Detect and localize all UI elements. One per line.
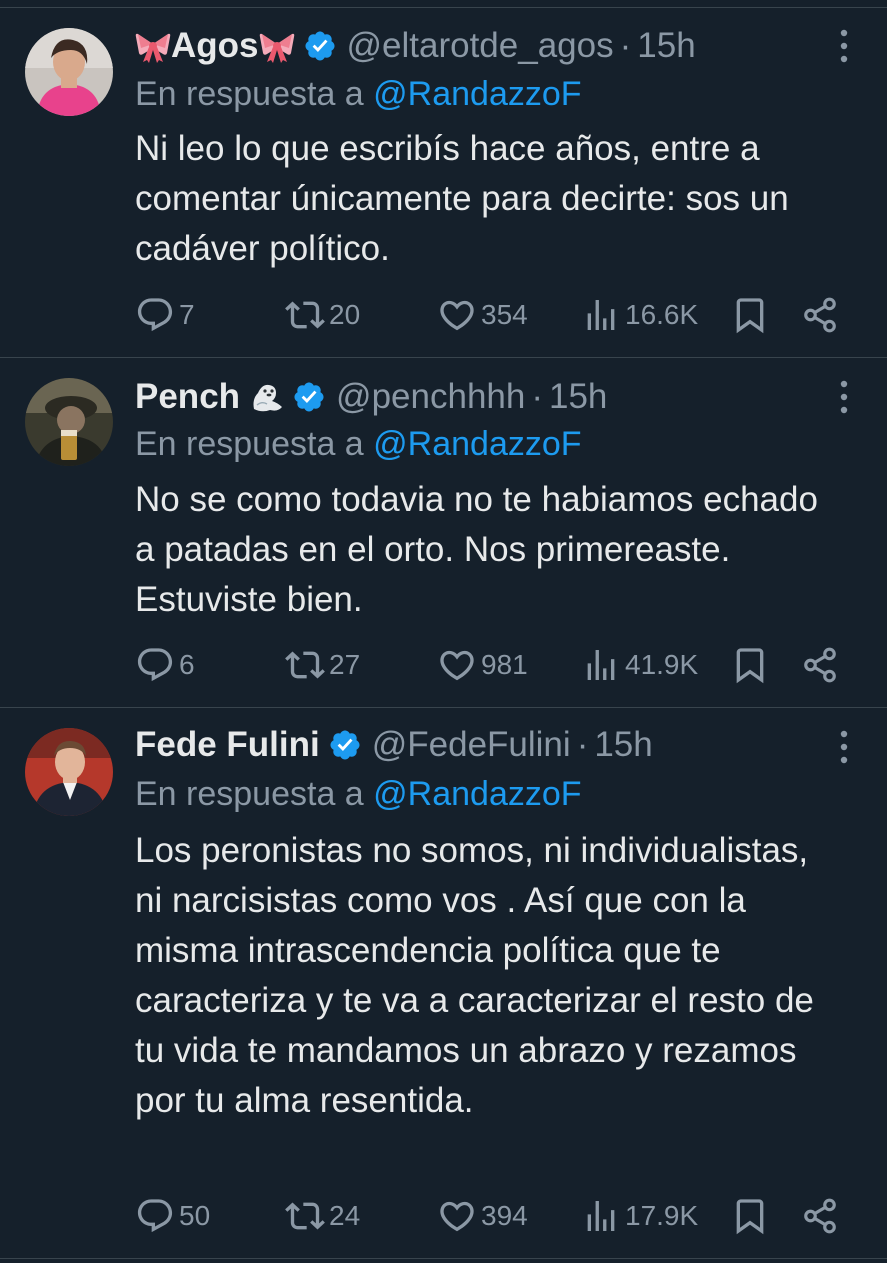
bookmark-button[interactable] [730,293,770,337]
action-bar: 50 24 394 17.9K [135,1194,845,1238]
reply-prefix: En respuesta a [135,775,364,813]
like-count: 354 [481,299,528,330]
heart-icon [437,645,477,685]
views-icon [581,645,621,685]
tweet[interactable]: Agos @eltarotde_agos · 15h En respuesta … [0,0,887,356]
reply-icon [135,645,175,685]
like-count: 981 [481,649,528,680]
display-name[interactable]: Pench [135,373,240,421]
separator-dot: · [531,377,543,416]
action-bar: 6 27 981 41.9K [135,643,845,687]
view-count: 16.6K [625,299,699,330]
reply-context: En respuesta a @RandazzoF [135,420,582,468]
avatar[interactable] [25,728,113,816]
tweet-header: Fede Fulini @FedeFulini · 15h [135,721,827,769]
reply-button[interactable]: 6 [135,643,195,687]
display-name[interactable]: Agos [171,22,259,70]
share-button[interactable] [801,1194,839,1238]
verified-badge-icon [328,728,362,762]
action-bar: 7 20 354 16.6K [135,293,845,337]
heart-icon [437,295,477,335]
reply-prefix: En respuesta a [135,75,364,113]
bookmark-icon [730,1196,770,1236]
timestamp[interactable]: 15h [637,22,695,70]
reply-mention-link[interactable]: @RandazzoF [373,425,581,463]
avatar[interactable] [25,28,113,116]
tweet[interactable]: Pench @penchhhh · 15h En respuesta a @Ra… [0,358,887,707]
more-options-icon[interactable] [831,377,857,417]
views-button[interactable]: 41.9K [581,643,698,687]
reply-prefix: En respuesta a [135,425,364,463]
display-name[interactable]: Fede Fulini [135,721,320,769]
tweet-text: Ni leo lo que escribís hace años, entre … [135,129,789,268]
like-button[interactable]: 394 [437,1194,528,1238]
timestamp[interactable]: 15h [549,373,607,421]
reply-icon [135,1196,175,1236]
bookmark-button[interactable] [730,643,770,687]
reply-context: En respuesta a @RandazzoF [135,70,582,118]
ribbon-icon [259,28,295,64]
retweet-count: 24 [329,1200,361,1231]
avatar[interactable] [25,378,113,466]
tweet[interactable]: Fede Fulini @FedeFulini · 15h En respues… [0,708,887,1258]
retweet-icon [285,295,325,335]
timestamp[interactable]: 15h [594,721,652,769]
share-button[interactable] [801,293,839,337]
share-button[interactable] [801,643,839,687]
ribbon-icon [135,28,171,64]
reply-context: En respuesta a @RandazzoF [135,770,582,818]
user-handle[interactable]: @FedeFulini [372,721,571,769]
reply-button[interactable]: 7 [135,293,195,337]
bookmark-icon [730,645,770,685]
retweet-button[interactable]: 20 [285,293,360,337]
tweet-text: Los peronistas no somos, ni individualis… [135,831,814,1120]
reply-count: 6 [179,649,195,680]
bookmark-button[interactable] [730,1194,770,1238]
share-icon [801,1197,839,1235]
more-options-icon[interactable] [831,26,857,66]
views-icon [581,1196,621,1236]
views-icon [581,295,621,335]
reply-mention-link[interactable]: @RandazzoF [373,75,581,113]
share-icon [801,296,839,334]
like-count: 394 [481,1200,528,1231]
retweet-button[interactable]: 24 [285,1194,360,1238]
reply-count: 50 [179,1200,211,1231]
reply-icon [135,295,175,335]
reply-button[interactable]: 50 [135,1194,210,1238]
divider [0,1258,887,1259]
seal-icon [248,379,284,415]
retweet-count: 20 [329,299,361,330]
reply-feed: Agos @eltarotde_agos · 15h En respuesta … [0,0,887,1263]
user-handle[interactable]: @penchhhh [336,373,525,421]
views-button[interactable]: 16.6K [581,293,698,337]
view-count: 17.9K [625,1200,699,1231]
user-handle[interactable]: @eltarotde_agos [347,22,614,70]
tweet-header: Pench @penchhhh · 15h [135,373,827,421]
views-button[interactable]: 17.9K [581,1194,698,1238]
tweet-text: No se como todavia no te habiamos echado… [135,480,818,619]
retweet-icon [285,645,325,685]
tweet-header: Agos @eltarotde_agos · 15h [135,22,827,70]
like-button[interactable]: 981 [437,643,528,687]
retweet-icon [285,1196,325,1236]
like-button[interactable]: 354 [437,293,528,337]
separator-dot: · [619,26,632,65]
separator-dot: · [576,725,589,764]
verified-badge-icon [292,380,326,414]
view-count: 41.9K [625,649,699,680]
reply-mention-link[interactable]: @RandazzoF [373,775,581,813]
retweet-button[interactable]: 27 [285,643,360,687]
share-icon [801,646,839,684]
heart-icon [437,1196,477,1236]
reply-count: 7 [179,299,195,330]
retweet-count: 27 [329,649,361,680]
bookmark-icon [730,295,770,335]
verified-badge-icon [303,29,337,63]
more-options-icon[interactable] [831,727,857,767]
